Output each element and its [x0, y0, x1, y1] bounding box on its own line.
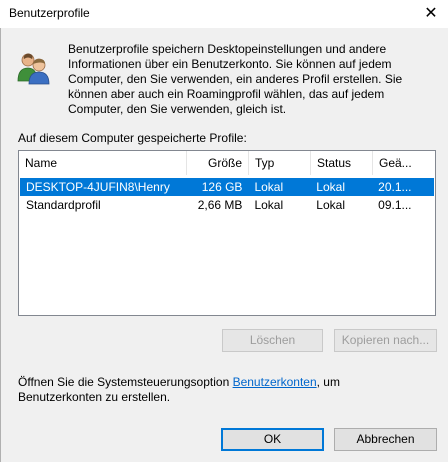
list-header: Name Größe Typ Status Geä...: [19, 151, 435, 175]
users-icon: [17, 53, 50, 85]
profile-status: Lokal: [316, 180, 345, 194]
profiles-section-label: Auf diesem Computer gespeicherte Profile…: [18, 131, 247, 145]
table-row[interactable]: DESKTOP-4JUFIN8\Henry 126 GB Lokal Lokal…: [20, 178, 434, 196]
copy-to-button[interactable]: Kopieren nach...: [334, 329, 437, 352]
footer-text: Öffnen Sie die Systemsteuerungsoption Be…: [18, 375, 378, 405]
ok-button[interactable]: OK: [221, 428, 324, 451]
column-header-changed[interactable]: Geä...: [373, 151, 435, 175]
column-header-type[interactable]: Typ: [249, 151, 311, 175]
table-row[interactable]: Standardprofil 2,66 MB Lokal Lokal 09.1.…: [20, 196, 434, 214]
profile-name: Standardprofil: [26, 198, 101, 212]
cancel-button[interactable]: Abbrechen: [334, 428, 437, 451]
profile-size: 126 GB: [201, 180, 243, 194]
delete-button[interactable]: Löschen: [222, 329, 323, 352]
profiles-list[interactable]: Name Größe Typ Status Geä... DESKTOP-4JU…: [18, 150, 436, 316]
title-bar: Benutzerprofile ✕: [0, 0, 448, 28]
profile-type: Lokal: [254, 198, 284, 212]
column-header-name[interactable]: Name: [19, 151, 187, 175]
profile-status: Lokal: [316, 198, 345, 212]
profile-type: Lokal: [254, 180, 284, 194]
profile-size: 2,66 MB: [197, 198, 243, 212]
profile-name: DESKTOP-4JUFIN8\Henry: [26, 180, 170, 194]
user-accounts-link[interactable]: Benutzerkonten: [233, 375, 317, 389]
intro-text: Benutzerprofile speichern Desktopeinstel…: [68, 42, 403, 116]
footer-text-before: Öffnen Sie die Systemsteuerungsoption: [18, 375, 233, 389]
profile-changed: 09.1...: [378, 198, 412, 212]
profile-changed: 20.1...: [378, 180, 412, 194]
window-title: Benutzerprofile: [9, 6, 90, 20]
column-header-status[interactable]: Status: [311, 151, 373, 175]
dialog-body: Benutzerprofile speichern Desktopeinstel…: [0, 28, 448, 462]
close-icon[interactable]: ✕: [420, 2, 442, 24]
column-header-size[interactable]: Größe: [187, 151, 249, 175]
